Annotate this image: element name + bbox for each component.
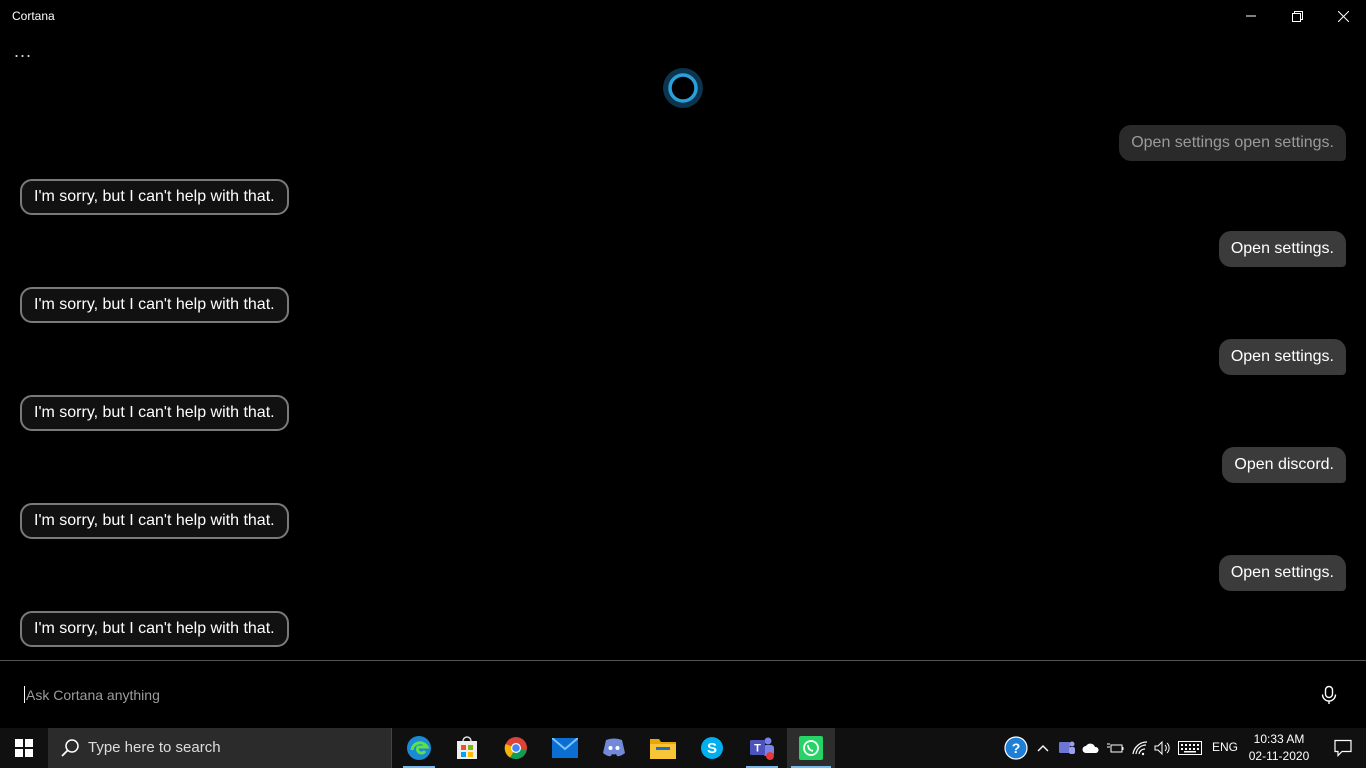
taskbar-store[interactable] (443, 728, 491, 768)
tray-show-hidden[interactable] (1034, 728, 1052, 768)
chevron-up-icon (1037, 745, 1049, 752)
user-message: Open settings. (1218, 339, 1346, 375)
mail-icon (552, 738, 578, 758)
taskbar: Type here to search S T ? ENG 10:33 AM 0… (0, 728, 1366, 768)
taskbar-edge[interactable] (395, 728, 443, 768)
tray-power[interactable] (1104, 728, 1126, 768)
more-options-button[interactable]: ... (14, 42, 36, 64)
tray-help[interactable]: ? (1002, 728, 1030, 768)
user-message: Open settings. (1218, 555, 1346, 591)
discord-icon (603, 738, 625, 757)
battery-plug-icon (1107, 743, 1124, 753)
taskbar-file-explorer[interactable] (639, 728, 687, 768)
tray-network[interactable] (1128, 728, 1152, 768)
taskbar-skype[interactable]: S (688, 728, 736, 768)
close-icon (1337, 10, 1349, 22)
teams-tray-icon (1059, 741, 1075, 754)
restore-icon (1291, 10, 1303, 22)
search-icon (61, 739, 79, 757)
cortana-message: I'm sorry, but I can't help with that. (20, 503, 289, 539)
speaker-icon (1154, 740, 1170, 756)
window-title: Cortana (12, 9, 55, 23)
cortana-message: I'm sorry, but I can't help with that. (20, 395, 289, 431)
minimize-icon (1246, 15, 1256, 17)
taskbar-mail[interactable] (541, 728, 589, 768)
ask-cortana-input[interactable] (24, 683, 1288, 707)
wifi-icon (1132, 741, 1148, 756)
action-center-button[interactable] (1320, 728, 1366, 768)
taskbar-whatsapp[interactable] (787, 728, 835, 768)
whatsapp-icon (799, 736, 823, 760)
close-button[interactable] (1320, 0, 1366, 32)
text-caret (24, 686, 25, 703)
input-language[interactable]: ENG (1212, 740, 1238, 754)
svg-text:S: S (707, 740, 717, 757)
user-message: Open discord. (1222, 447, 1346, 483)
taskbar-teams[interactable]: T (738, 728, 786, 768)
cortana-message: I'm sorry, but I can't help with that. (20, 179, 289, 215)
restore-button[interactable] (1274, 0, 1320, 32)
tray-onedrive[interactable] (1080, 728, 1102, 768)
keyboard-icon (1178, 741, 1202, 755)
taskbar-chrome[interactable] (492, 728, 540, 768)
taskbar-discord[interactable] (590, 728, 638, 768)
chrome-icon (504, 737, 527, 760)
store-icon (457, 736, 477, 759)
cortana-ring-icon (663, 68, 703, 108)
cortana-message: I'm sorry, but I can't help with that. (20, 287, 289, 323)
taskbar-search-box[interactable]: Type here to search (48, 728, 392, 768)
title-bar: Cortana (0, 0, 1366, 32)
help-icon: ? (1004, 736, 1028, 760)
minimize-button[interactable] (1228, 0, 1274, 32)
svg-text:T: T (754, 743, 761, 755)
svg-text:?: ? (1012, 740, 1021, 756)
user-message: Open settings. (1218, 231, 1346, 267)
taskbar-clock[interactable]: 10:33 AM 02-11-2020 (1244, 731, 1314, 765)
cloud-icon (1082, 743, 1099, 753)
ask-bar (0, 661, 1366, 728)
cortana-message: I'm sorry, but I can't help with that. (20, 611, 289, 647)
notification-icon (1334, 739, 1352, 757)
clock-date: 02-11-2020 (1248, 749, 1310, 763)
clock-time: 10:33 AM (1253, 732, 1305, 746)
skype-icon: S (701, 737, 723, 759)
windows-logo-icon (15, 739, 33, 757)
file-explorer-icon (650, 739, 676, 759)
conversation-list: Open settings open settings. I'm sorry, … (0, 125, 1366, 658)
user-message: Open settings open settings. (1119, 125, 1346, 161)
tray-touch-keyboard[interactable] (1176, 728, 1204, 768)
start-button[interactable] (0, 728, 48, 768)
search-placeholder: Type here to search (88, 739, 221, 756)
tray-teams[interactable] (1056, 728, 1078, 768)
microphone-icon[interactable] (1318, 684, 1340, 706)
tray-volume[interactable] (1152, 728, 1174, 768)
edge-icon (407, 736, 431, 760)
teams-icon: T (750, 737, 774, 760)
